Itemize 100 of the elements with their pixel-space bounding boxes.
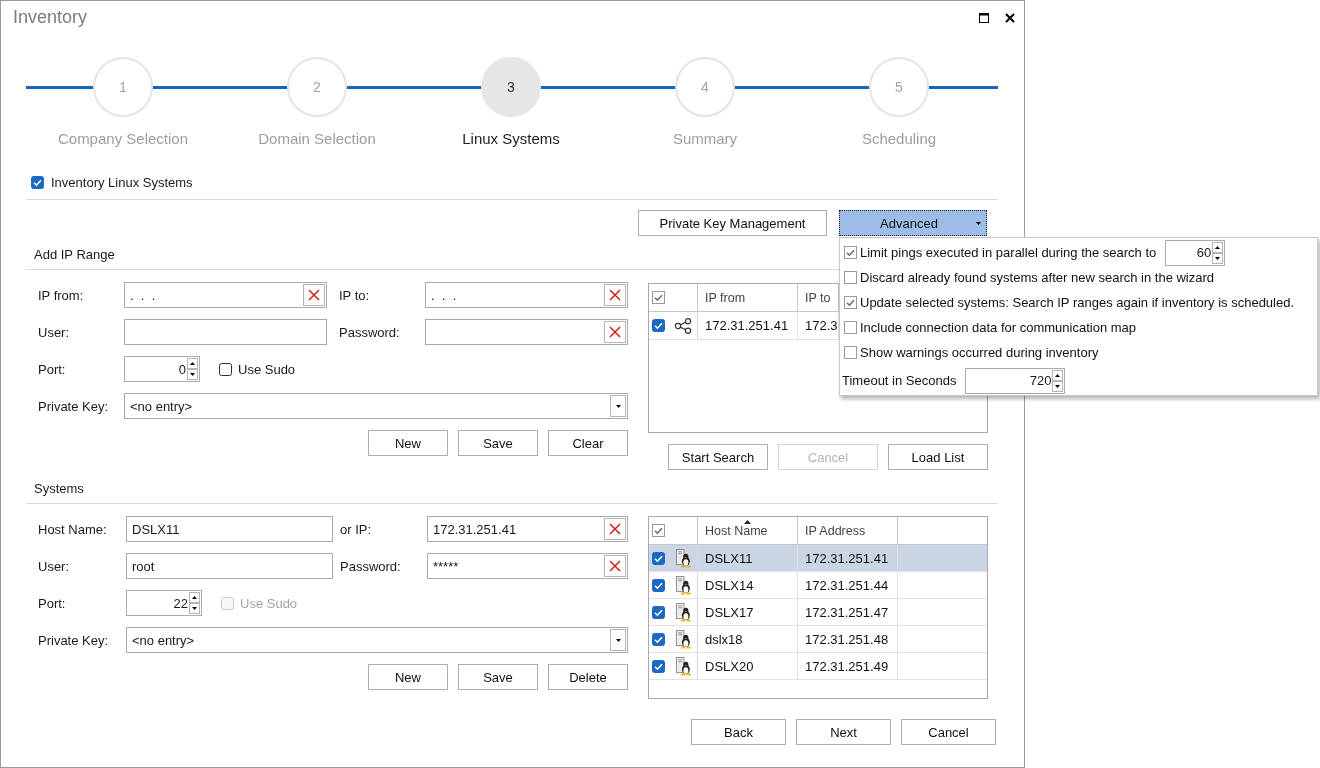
option-label: Show warnings occurred during inventory <box>860 345 1099 360</box>
table-row[interactable]: dslx18 172.31.251.48 <box>649 626 987 653</box>
checkbox-label: Inventory Linux Systems <box>51 174 193 190</box>
number-field[interactable]: 22 <box>126 590 202 616</box>
column-header[interactable]: IP to <box>798 284 839 311</box>
text-field[interactable] <box>124 319 327 345</box>
spin-up-button[interactable] <box>187 358 198 369</box>
server-penguin-icon <box>674 656 692 676</box>
number-field[interactable]: 720 <box>965 367 1066 394</box>
toolbar-button[interactable]: Private Key Management <box>638 210 827 236</box>
option-label: Timeout in Seconds <box>842 373 957 388</box>
action-button[interactable]: New <box>368 430 448 456</box>
checkbox[interactable] <box>844 271 857 284</box>
checkbox[interactable] <box>844 296 857 309</box>
checkbox[interactable] <box>652 578 665 592</box>
text-field[interactable]: 172.31.251.41 <box>427 516 628 542</box>
dropdown-arrow-button[interactable] <box>610 629 626 651</box>
number-field[interactable]: 0 <box>124 356 200 382</box>
action-button[interactable]: New <box>368 664 448 690</box>
checkbox[interactable] <box>844 246 857 259</box>
text-field[interactable]: DSLX11 <box>126 516 333 542</box>
checkbox[interactable] <box>31 175 44 189</box>
text-field[interactable]: ***** <box>427 553 628 579</box>
action-button[interactable]: Start Search <box>668 444 768 470</box>
text-field[interactable]: . . . <box>124 282 327 308</box>
caret-down-icon <box>615 404 621 408</box>
checkbox[interactable] <box>219 362 232 376</box>
clear-button[interactable] <box>604 284 626 306</box>
spin-down-button[interactable] <box>187 369 198 380</box>
caret-up-icon <box>1055 373 1061 377</box>
checkbox[interactable] <box>652 524 665 537</box>
spin-up-button[interactable] <box>189 592 200 603</box>
server-penguin-icon <box>674 602 692 622</box>
caret-up-icon <box>1215 245 1221 249</box>
table-row[interactable]: DSLX20 172.31.251.49 <box>649 653 987 680</box>
checkbox[interactable] <box>652 659 665 673</box>
checkbox[interactable] <box>652 291 665 304</box>
column-header[interactable]: IP Address <box>798 517 898 544</box>
text-field[interactable]: root <box>126 553 333 579</box>
field-label: Port: <box>38 361 66 377</box>
wizard-button[interactable]: Back <box>691 719 786 745</box>
number-field[interactable]: 60 <box>1165 239 1226 266</box>
clear-button[interactable] <box>604 518 626 540</box>
step-label: Domain Selection <box>258 129 376 149</box>
spin-down-button[interactable] <box>1052 380 1064 392</box>
step-circle: 5 <box>869 57 929 117</box>
dropdown-field[interactable]: <no entry> <box>124 393 628 419</box>
checkbox[interactable] <box>652 632 665 646</box>
clear-button[interactable] <box>303 284 325 306</box>
table-cell: 172.31.251.49 <box>805 658 889 674</box>
table-row[interactable]: DSLX11 172.31.251.41 <box>649 545 987 572</box>
caret-down-icon <box>190 373 195 376</box>
checkbox[interactable] <box>652 319 665 332</box>
checkbox[interactable] <box>652 551 665 565</box>
option-label: Limit pings executed in parallel during the search to <box>860 245 1157 260</box>
clear-button[interactable] <box>604 555 626 577</box>
caret-down-icon <box>1055 384 1061 388</box>
column-header[interactable]: IP from <box>698 284 798 311</box>
dropdown-field[interactable]: <no entry> <box>126 627 628 653</box>
table-cell: 172.31.251.48 <box>805 631 889 647</box>
action-button[interactable]: Load List <box>888 444 988 470</box>
step-circle: 1 <box>93 57 153 117</box>
checkbox[interactable] <box>652 605 665 619</box>
spin-up-button[interactable] <box>1052 369 1064 381</box>
table-row[interactable]: DSLX14 172.31.251.44 <box>649 572 987 599</box>
dropdown-button[interactable]: Advanced <box>839 210 987 236</box>
field-label: Password: <box>340 558 401 574</box>
table-cell: 172.31.251.41 <box>705 318 789 333</box>
table-cell: DSLX14 <box>705 577 754 593</box>
window-title: Inventory <box>13 7 88 28</box>
dropdown-arrow-button[interactable] <box>610 395 626 417</box>
step-label: Summary <box>672 129 738 149</box>
action-button[interactable]: Save <box>458 430 538 456</box>
action-button[interactable]: Save <box>458 664 538 690</box>
option-label: Update selected systems: Search IP ranges again if inventory is scheduled. <box>860 295 1295 310</box>
clear-button[interactable] <box>604 321 626 343</box>
field-label: User: <box>38 558 70 574</box>
column-header[interactable]: Host Name <box>698 517 798 544</box>
table-row[interactable]: 172.31.251.41 172.3 <box>649 312 839 340</box>
maximize-icon[interactable] <box>979 12 989 23</box>
clear-icon <box>609 523 621 535</box>
spin-down-button[interactable] <box>189 603 200 614</box>
close-icon[interactable] <box>1005 12 1015 23</box>
field-label: Password: <box>339 324 400 340</box>
nodes-icon <box>674 317 692 334</box>
spin-down-button[interactable] <box>1212 252 1224 264</box>
wizard-button[interactable]: Cancel <box>901 719 996 745</box>
field-label: or IP: <box>340 521 372 537</box>
table-cell: 172.31.251.44 <box>805 577 889 593</box>
step-circle: 4 <box>675 57 735 117</box>
spin-up-button[interactable] <box>1212 241 1224 253</box>
table-cell: 172.31.251.41 <box>805 550 889 566</box>
text-field[interactable]: . . . <box>425 282 628 308</box>
action-button[interactable]: Clear <box>548 430 628 456</box>
wizard-button[interactable]: Next <box>796 719 891 745</box>
checkbox[interactable] <box>844 321 857 334</box>
table-row[interactable]: DSLX17 172.31.251.47 <box>649 599 987 626</box>
text-field[interactable] <box>425 319 628 345</box>
action-button[interactable]: Delete <box>548 664 628 690</box>
checkbox[interactable] <box>844 346 857 359</box>
